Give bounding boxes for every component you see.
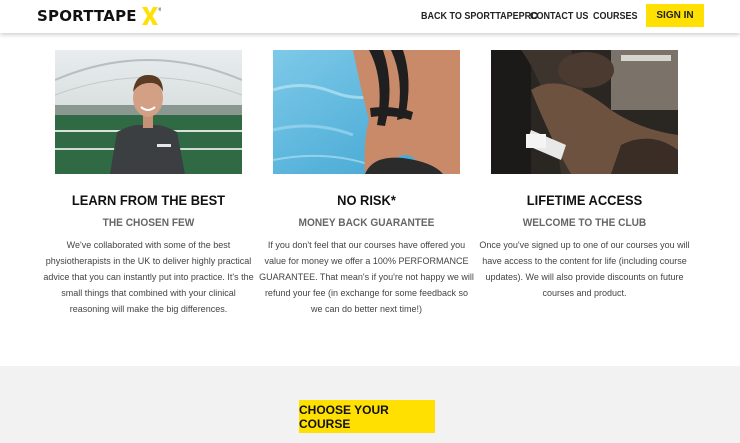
feature-title-lifetime: LIFETIME ACCESS (526, 192, 643, 208)
feature-body-line: Once you've signed up to one of our cour… (479, 240, 690, 250)
nav-back-to-sporttapepro[interactable]: BACK TO SPORTTAPEPRO (421, 11, 538, 22)
site-header: SPORTTAPE ® BACK TO SPORTTAPEPRO CONTACT… (0, 0, 740, 33)
feature-body-line: we can do better next time!) (310, 304, 423, 314)
feature-image-coach (55, 50, 242, 174)
feature-body-line: value for money we offer a 100% PERFORMA… (264, 256, 469, 266)
nav-contact-us[interactable]: CONTACT US (530, 11, 588, 22)
feature-body-line: courses and product. (542, 288, 627, 298)
feature-body-line: reasoning will make the big differences. (69, 304, 228, 314)
feature-body-lifetime: Once you've signed up to one of our cour… (476, 237, 693, 301)
sign-in-button[interactable]: SIGN IN (646, 4, 704, 27)
feature-subtitle-chosen-few: THE CHOSEN FEW (102, 217, 195, 229)
sporttape-logo[interactable]: SPORTTAPE ® (37, 6, 161, 26)
feature-body-line: refund your fee (in exchange for some fe… (264, 288, 469, 298)
choose-your-course-button[interactable]: CHOOSE YOUR COURSE (299, 400, 435, 433)
feature-body-line: If you don't feel that our courses have … (267, 240, 466, 250)
feature-subtitle-money-back: MONEY BACK GUARANTEE (298, 217, 435, 229)
feature-body-line: small things that combined with your cli… (61, 288, 236, 298)
feature-body-no-risk: If you don't feel that our courses have … (258, 237, 475, 317)
feature-title-no-risk: NO RISK* (337, 192, 396, 208)
svg-text:®: ® (158, 7, 161, 12)
logo-text: SPORTTAPE (37, 7, 137, 25)
feature-body-line: physiotherapists in the UK to deliver hi… (45, 256, 252, 266)
feature-body-line: advice that you can instantly put into p… (43, 272, 254, 282)
logo-x-icon: ® (141, 7, 161, 25)
feature-image-treatment (491, 50, 678, 174)
nav-courses[interactable]: COURSES (593, 11, 638, 22)
feature-body-line: We've collaborated with some of the best (66, 240, 231, 250)
feature-body-line: updates). We will also provide discounts… (485, 272, 684, 282)
feature-body-line: have access to the content for life (inc… (482, 256, 687, 266)
feature-image-pool (273, 50, 460, 174)
feature-body-line: GUARANTEE. That mean's if you're not hap… (259, 272, 474, 282)
feature-body-learn: We've collaborated with some of the best… (40, 237, 257, 317)
feature-subtitle-club: WELCOME TO THE CLUB (522, 217, 647, 229)
feature-title-learn: LEARN FROM THE BEST (71, 192, 226, 208)
